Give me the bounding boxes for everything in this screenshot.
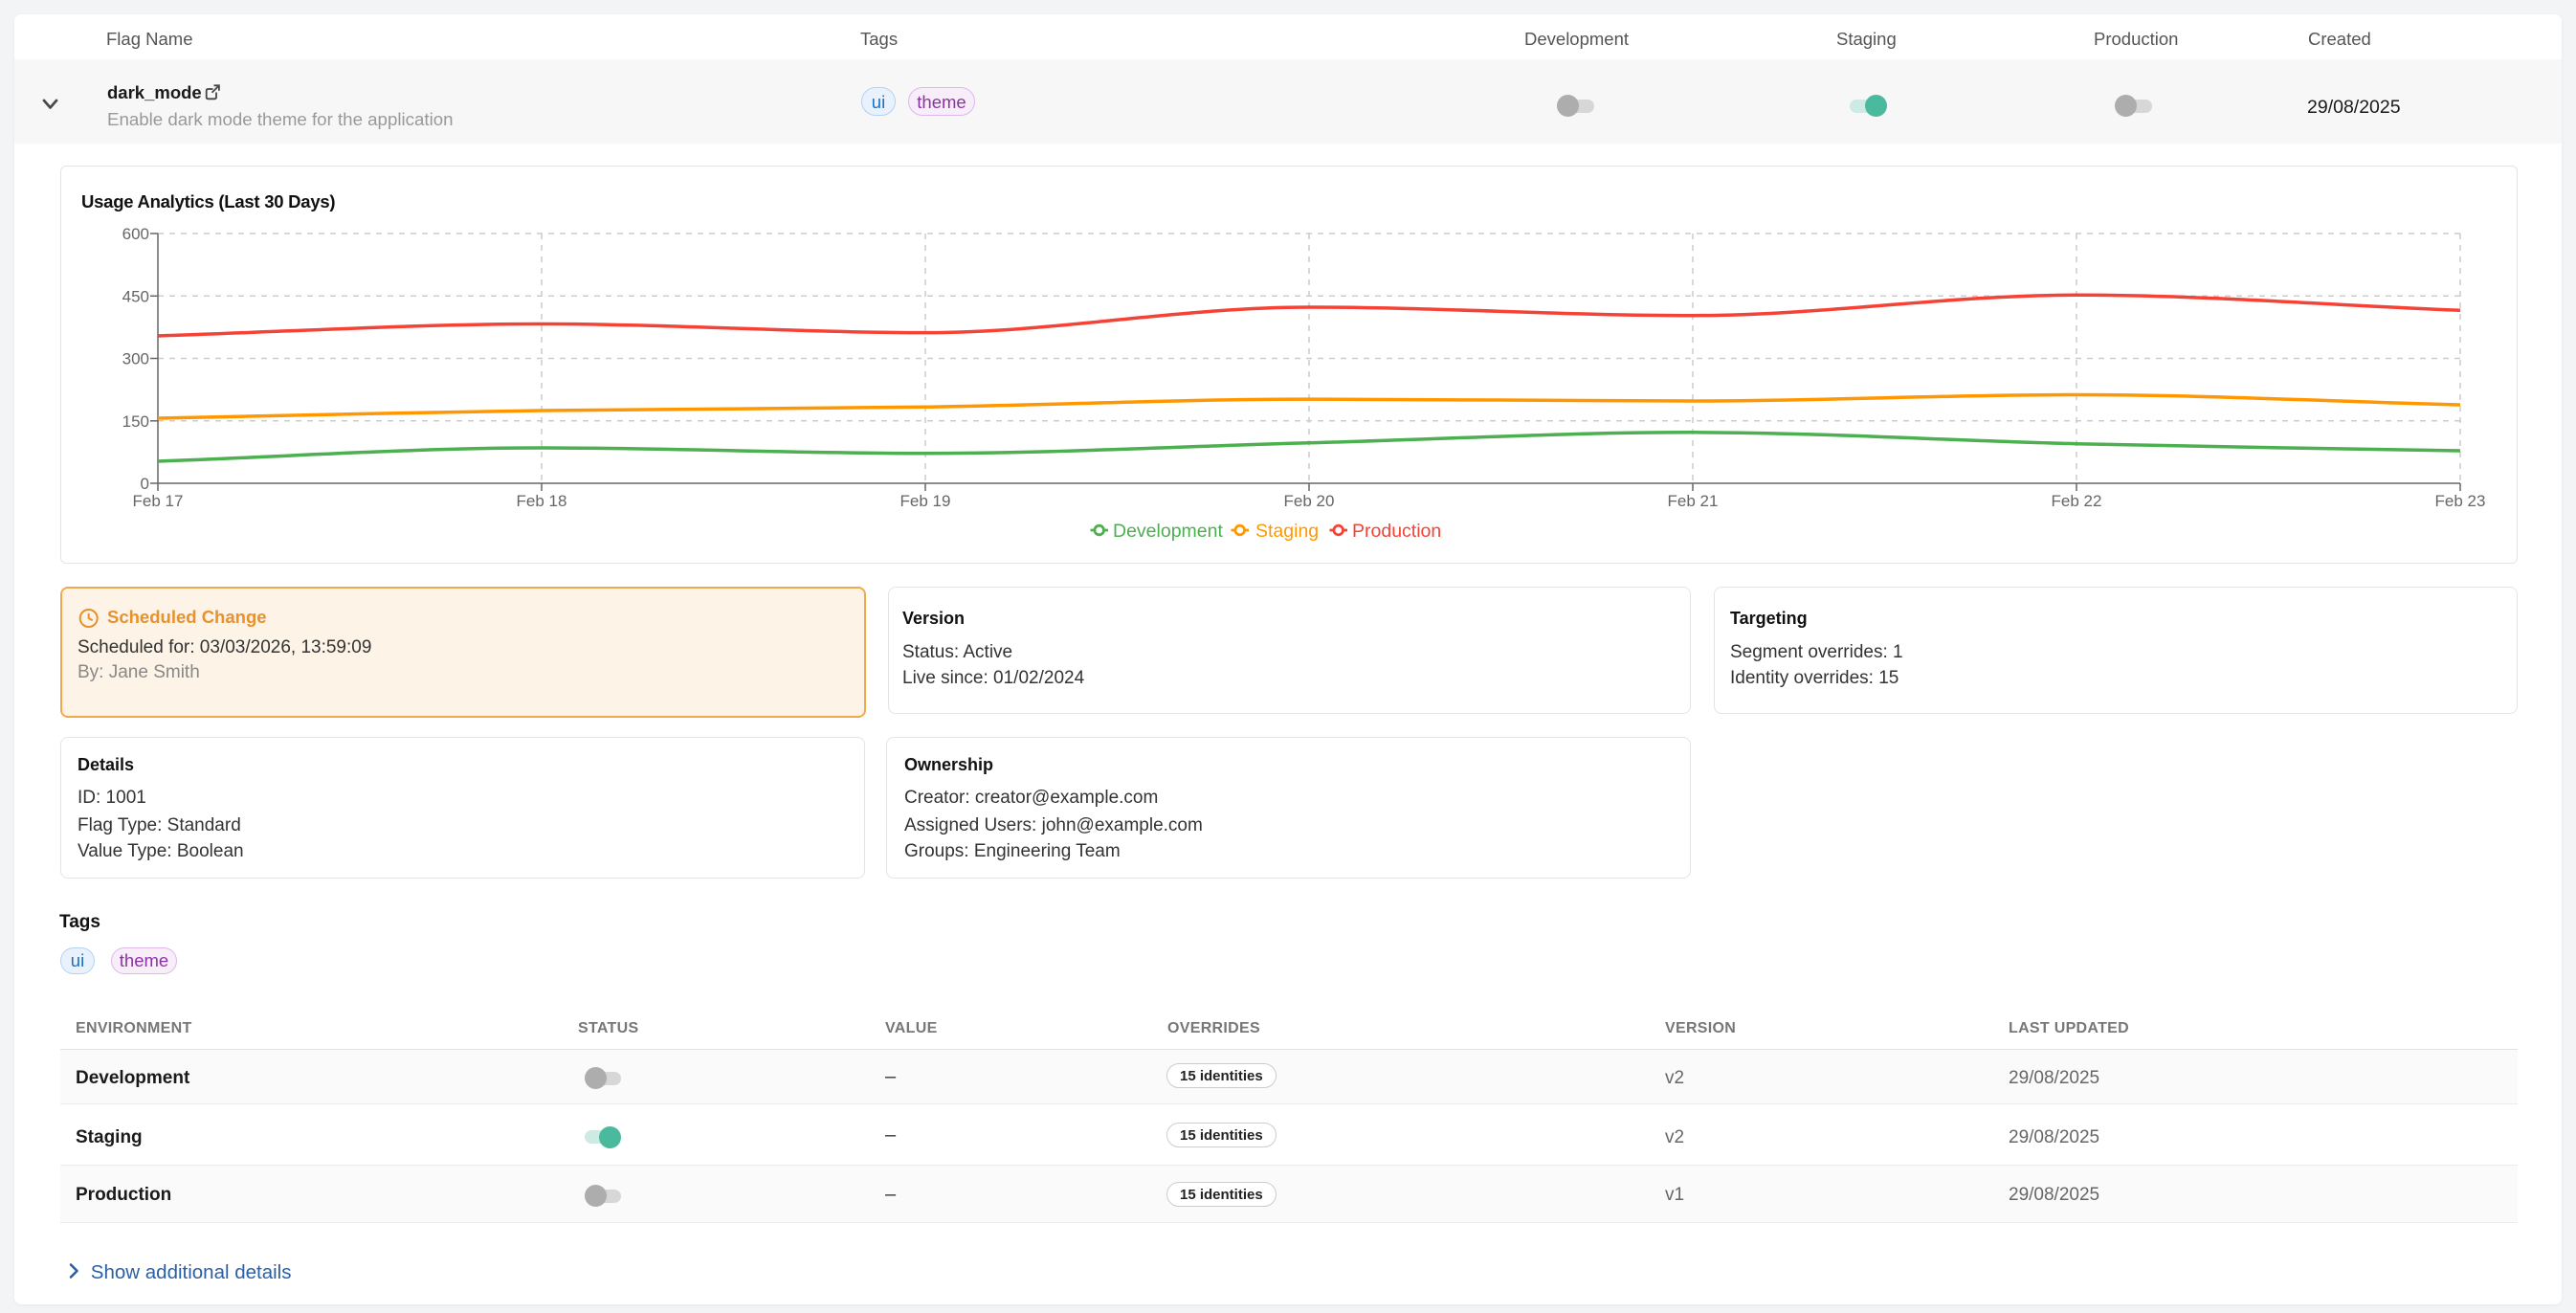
svg-text:Feb 21: Feb 21 (1668, 492, 1719, 510)
svg-text:150: 150 (122, 412, 149, 431)
svg-text:Development: Development (1113, 521, 1223, 542)
svg-text:450: 450 (122, 287, 149, 305)
svg-text:300: 300 (122, 350, 149, 368)
svg-text:Feb 18: Feb 18 (517, 492, 567, 510)
svg-text:0: 0 (141, 475, 149, 493)
svg-text:Feb 20: Feb 20 (1284, 492, 1335, 510)
svg-text:Production: Production (1352, 521, 1441, 542)
svg-text:Feb 17: Feb 17 (133, 492, 184, 510)
svg-text:Feb 22: Feb 22 (2052, 492, 2102, 510)
svg-text:Feb 19: Feb 19 (900, 492, 951, 510)
svg-text:Feb 23: Feb 23 (2435, 492, 2486, 510)
svg-text:600: 600 (122, 225, 149, 243)
svg-text:Staging: Staging (1255, 521, 1319, 542)
